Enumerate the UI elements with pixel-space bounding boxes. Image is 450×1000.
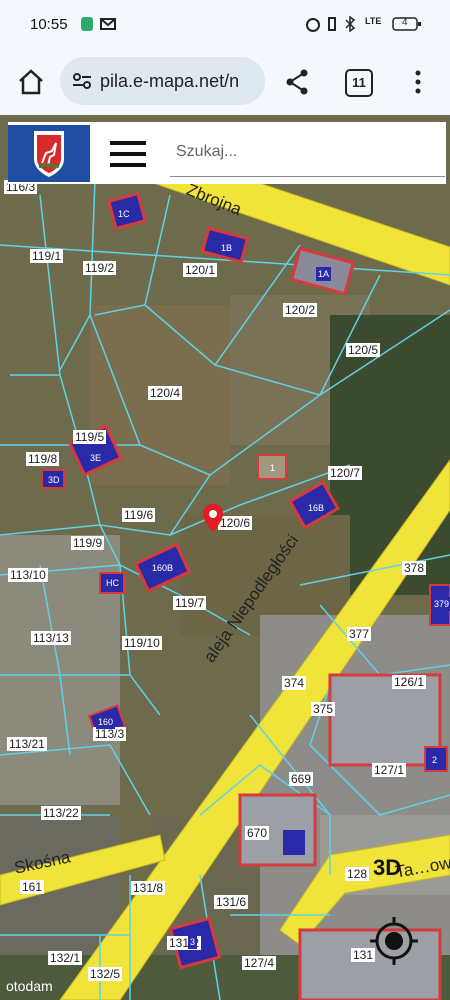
parcel-label: 120/5	[346, 343, 381, 357]
location-marker-icon[interactable]	[202, 503, 224, 533]
bluetooth-icon	[345, 16, 356, 32]
parcel-label: 127/1	[372, 763, 407, 777]
more-options-icon[interactable]	[414, 68, 422, 96]
building-label: 1	[268, 461, 278, 475]
building-label: 3	[188, 935, 198, 949]
site-settings-icon[interactable]	[72, 72, 92, 90]
parcel-label: 669	[289, 772, 314, 786]
city-crest-logo[interactable]	[8, 125, 90, 182]
parcel-label: 119/10	[122, 636, 162, 650]
building-label: 160B	[150, 561, 176, 575]
status-time: 10:55	[30, 16, 68, 33]
parcel-label: 113/21	[7, 737, 47, 751]
parcel-label: 377	[347, 627, 372, 641]
search-input[interactable]: Szukaj...	[170, 134, 445, 177]
parcel-label: 374	[282, 676, 307, 690]
building-label: 1A	[316, 267, 332, 281]
3d-view-button[interactable]: 3D	[373, 855, 401, 881]
parcel-label: 113/13	[31, 631, 71, 645]
parcel-label: 132/1	[48, 951, 83, 965]
search-placeholder: Szukaj...	[176, 143, 238, 160]
parcel-label: 113/3	[93, 727, 127, 741]
battery-level: 4	[402, 17, 408, 28]
app-notification-icon	[81, 17, 93, 31]
building-label: 379	[432, 597, 450, 611]
tabs-button[interactable]: 11	[345, 69, 373, 97]
parcel-label: 119/9	[71, 536, 105, 550]
parcel-label: 131/8	[131, 881, 166, 895]
building-label: 1C	[116, 207, 132, 221]
parcel-label: 378	[402, 561, 427, 575]
building	[283, 830, 305, 855]
coat-of-arms-icon	[34, 131, 64, 177]
parcel-label: 132/5	[88, 967, 123, 981]
parcel-label: 120/2	[283, 303, 318, 317]
vibrate-icon	[328, 17, 336, 31]
tab-count: 11	[352, 75, 366, 90]
parcel-label: 120/7	[328, 466, 363, 480]
parcel-label: 126/1	[392, 675, 427, 689]
parcel-label: 120/1	[183, 263, 218, 277]
building-label: HC	[104, 576, 121, 590]
parcel-label: 670	[245, 826, 270, 840]
parcel-label: 119/6	[122, 508, 156, 522]
building-label: 3D	[46, 473, 62, 487]
home-icon[interactable]	[17, 68, 45, 96]
parcel-label: 375	[311, 702, 336, 716]
building-label: 160	[96, 715, 116, 729]
status-bar: 10:55 LTE 4	[0, 0, 450, 50]
building-label: 1B	[219, 241, 235, 255]
parcel-label: 127/4	[242, 956, 277, 970]
watermark: otodam	[6, 978, 53, 994]
lte-indicator: LTE	[365, 16, 382, 26]
building-label: 16B	[306, 501, 327, 515]
parcel-label: 113/22	[41, 806, 81, 820]
locate-me-icon[interactable]	[368, 915, 420, 967]
parcel-label: 131/6	[214, 895, 249, 909]
building-label: 3E	[88, 451, 104, 465]
mail-icon	[100, 18, 116, 30]
parcel-label: 119/5	[73, 430, 107, 444]
share-icon[interactable]	[284, 68, 310, 96]
hamburger-menu-icon[interactable]	[108, 138, 148, 170]
url-bar[interactable]: pila.e-mapa.net/n	[60, 57, 265, 105]
parcel-label: 120/4	[148, 386, 183, 400]
building-label: 2	[430, 753, 440, 767]
parcel-label: 119/2	[83, 261, 117, 275]
parcel-label: 119/7	[173, 596, 207, 610]
parcel-label: 113/10	[8, 568, 48, 582]
parcel-label: 161	[20, 880, 45, 894]
parcel-label: 119/1	[30, 249, 64, 263]
parcel-label: 119/8	[26, 452, 60, 466]
url-text[interactable]: pila.e-mapa.net/n	[100, 71, 260, 92]
parcel-label: 128	[345, 867, 370, 881]
alarm-icon	[306, 18, 320, 32]
